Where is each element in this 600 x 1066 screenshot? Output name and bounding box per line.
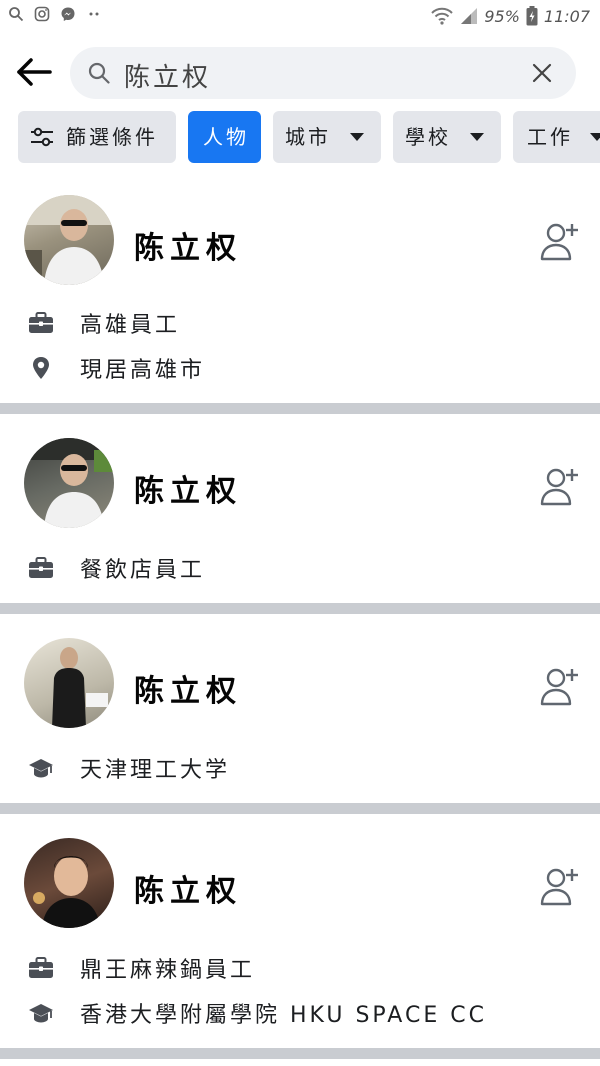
search-notification-icon [9, 7, 24, 22]
add-friend-icon[interactable] [538, 666, 580, 706]
clear-search-button[interactable] [530, 61, 554, 85]
result-card[interactable]: 陈立权 餐飲店員工 [0, 414, 600, 603]
person-name[interactable]: 陈立权 [134, 466, 242, 510]
filter-chip-label: 篩選條件 [66, 125, 158, 149]
filter-sliders-icon [31, 127, 53, 147]
location-pin-icon [28, 356, 54, 380]
info-text: 餐飲店員工 [80, 558, 206, 583]
info-text: 天津理工大学 [80, 758, 231, 783]
filter-chip-label: 城市 [285, 125, 331, 149]
chevron-down-icon [350, 133, 364, 141]
avatar[interactable] [24, 195, 114, 285]
separator [0, 803, 600, 814]
info-text: 高雄員工 [80, 313, 181, 338]
search-query: 陈立权 [124, 63, 212, 93]
search-input[interactable]: 陈立权 [70, 47, 576, 99]
graduation-cap-icon [28, 1001, 54, 1025]
filter-chip-label: 工作 [527, 125, 573, 149]
status-bar: 95% 11:07 [0, 0, 600, 36]
search-header: 陈立权 [0, 44, 600, 102]
info-row: 鼎王麻辣鍋員工 [28, 951, 252, 985]
instagram-icon [34, 6, 50, 22]
info-text: 現居高雄市 [80, 358, 206, 383]
avatar[interactable] [24, 438, 114, 528]
info-text: 鼎王麻辣鍋員工 [80, 958, 256, 983]
filter-chip-work[interactable]: 工作 [513, 111, 600, 163]
back-arrow-icon [17, 58, 52, 86]
back-button[interactable] [14, 54, 54, 90]
result-card[interactable]: 陈立权 鼎王麻辣鍋員工 香港大學附屬學院 HKU SPACE CC [0, 814, 600, 1048]
filter-chip-label: 學校 [405, 125, 451, 149]
info-row: 現居高雄市 [28, 351, 202, 385]
info-text: 香港大學附屬學院 HKU SPACE CC [80, 1003, 487, 1028]
filter-chip-label: 人物 [203, 125, 249, 149]
person-name[interactable]: 陈立权 [134, 666, 242, 710]
briefcase-icon [28, 556, 54, 580]
battery-percentage: 95% [484, 6, 520, 26]
filter-chip-school[interactable]: 學校 [393, 111, 501, 163]
separator [0, 603, 600, 614]
result-card[interactable]: 陈立权 高雄員工 現居高雄市 [0, 175, 600, 403]
add-friend-icon[interactable] [538, 866, 580, 906]
briefcase-icon [28, 956, 54, 980]
avatar-photo [33, 856, 100, 928]
graduation-cap-icon [28, 756, 54, 780]
status-bar-notifications [8, 6, 102, 22]
search-icon [88, 62, 110, 84]
battery-icon [526, 6, 538, 26]
chevron-down-icon [470, 133, 484, 141]
messenger-icon [61, 7, 75, 21]
person-name[interactable]: 陈立权 [134, 866, 242, 910]
avatar-photo [24, 438, 114, 528]
avatar[interactable] [24, 638, 114, 728]
status-bar-system: 95% 11:07 [430, 6, 590, 26]
signal-icon [461, 8, 478, 24]
info-row: 高雄員工 [28, 306, 177, 340]
result-card[interactable]: 陈立权 天津理工大学 [0, 614, 600, 803]
filter-chip-filters[interactable]: 篩選條件 [18, 111, 176, 163]
person-name[interactable]: 陈立权 [134, 223, 242, 267]
more-notifications-icon [89, 12, 99, 16]
chevron-down-icon [590, 133, 600, 141]
clock: 11:07 [543, 6, 590, 26]
add-friend-icon[interactable] [538, 221, 580, 261]
separator [0, 1048, 600, 1059]
avatar[interactable] [24, 838, 114, 928]
wifi-icon [431, 7, 454, 25]
filter-chips: 篩選條件 人物 城市 學校 工作 [18, 111, 600, 163]
info-row: 香港大學附屬學院 HKU SPACE CC [28, 996, 484, 1030]
filter-chip-people[interactable]: 人物 [188, 111, 261, 163]
filter-chip-city[interactable]: 城市 [273, 111, 381, 163]
briefcase-icon [28, 311, 54, 335]
info-row: 天津理工大学 [28, 751, 227, 785]
add-friend-icon[interactable] [538, 466, 580, 506]
close-icon [532, 63, 552, 83]
info-row: 餐飲店員工 [28, 551, 202, 585]
separator [0, 403, 600, 414]
avatar-photo [24, 195, 114, 285]
avatar-photo [52, 647, 108, 728]
